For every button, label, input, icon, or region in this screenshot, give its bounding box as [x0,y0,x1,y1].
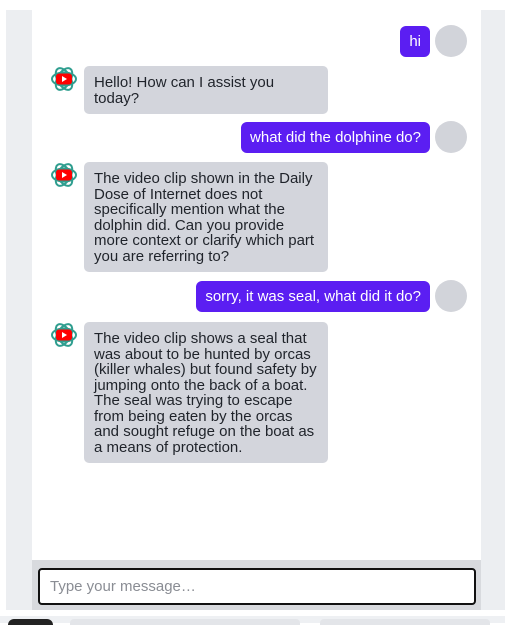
bot-message: The video clip shown in the Daily Dose o… [49,160,328,272]
message-input[interactable] [38,568,476,605]
user-avatar [435,280,467,312]
bot-avatar [49,320,79,350]
youtube-logo-icon [51,323,77,347]
bot-avatar [49,160,79,190]
chat-panel: hi Hello! How can I assist you today? wh… [32,10,481,610]
message-list[interactable]: hi Hello! How can I assist you today? wh… [32,10,481,562]
user-message-bubble: what did the dolphine do? [241,121,430,153]
composer-bar [32,560,481,610]
user-message-bubble: sorry, it was seal, what did it do? [196,280,430,312]
user-message: what did the dolphine do? [241,121,467,153]
bot-message-bubble: Hello! How can I assist you today? [84,66,328,114]
user-avatar [435,121,467,153]
user-message-bubble: hi [400,25,430,57]
youtube-logo-icon [51,163,77,187]
user-avatar [435,25,467,57]
user-message: sorry, it was seal, what did it do? [196,280,467,312]
bot-message-bubble: The video clip shown in the Daily Dose o… [84,162,328,272]
bot-avatar [49,64,79,94]
taskbar-segment[interactable] [70,619,300,625]
user-message: hi [400,25,467,57]
taskbar-segment[interactable] [320,619,490,625]
bot-message: Hello! How can I assist you today? [49,64,328,114]
taskbar-tab[interactable] [8,619,53,625]
bot-message-bubble: The video clip shows a seal that was abo… [84,322,328,463]
youtube-logo-icon [51,67,77,91]
bot-message: The video clip shows a seal that was abo… [49,320,328,463]
